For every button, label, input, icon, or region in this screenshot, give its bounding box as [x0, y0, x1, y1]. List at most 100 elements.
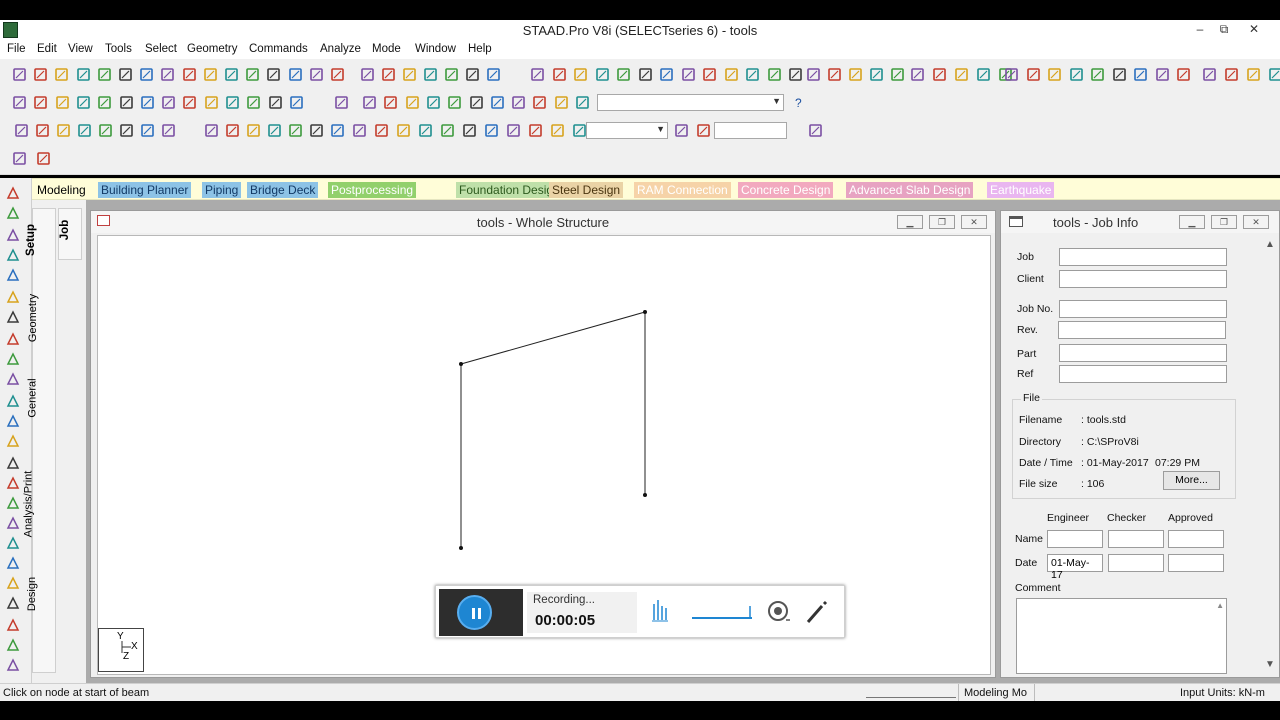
left-tool-icon[interactable]	[6, 456, 20, 470]
job-info-close-button[interactable]: ✕	[1243, 215, 1269, 229]
toolbar-tool-icon[interactable]	[14, 123, 29, 138]
toolbar-tool-icon[interactable]	[160, 67, 175, 82]
page-tab-foundation-design[interactable]: Foundation Design	[456, 182, 563, 198]
toolbar-tool-icon[interactable]	[182, 67, 197, 82]
toolbar-tool-icon[interactable]	[77, 123, 92, 138]
structure-minimize-button[interactable]: ▁	[897, 215, 923, 229]
toolbar-tool-icon[interactable]	[119, 95, 134, 110]
toolbar-tool-icon[interactable]	[12, 95, 27, 110]
client-field[interactable]	[1059, 270, 1227, 288]
toolbar-tool-icon[interactable]	[12, 67, 27, 82]
toolbar-tool-icon[interactable]	[702, 67, 717, 82]
toolbar-tool-icon[interactable]	[362, 95, 377, 110]
toolbar-tool-icon[interactable]	[352, 123, 367, 138]
toolbar-tool-icon[interactable]	[55, 95, 70, 110]
page-tab-concrete-design[interactable]: Concrete Design	[738, 182, 834, 198]
job-info-scrollbar[interactable]: ▲ ▼	[1262, 237, 1279, 673]
page-tab-modeling[interactable]: Modeling	[34, 182, 89, 198]
toolbar-tool-icon[interactable]	[573, 67, 588, 82]
menu-mode[interactable]: Mode	[372, 43, 401, 55]
toolbar-tool-icon[interactable]	[506, 123, 521, 138]
toolbar-tool-icon[interactable]	[681, 67, 696, 82]
toolbar-tool-icon[interactable]	[462, 123, 477, 138]
toolbar-tool-icon[interactable]	[910, 67, 925, 82]
left-tool-icon[interactable]	[6, 372, 20, 386]
toolbar-tool-icon[interactable]	[76, 67, 91, 82]
side-tab-geometry[interactable]: Geometry	[27, 286, 53, 356]
toolbar-tool-icon[interactable]	[405, 95, 420, 110]
toolbar-tool-icon[interactable]	[1069, 67, 1084, 82]
toolbar-tool-icon[interactable]	[767, 67, 782, 82]
whole-structure-titlebar[interactable]: tools - Whole Structure ▁ ❐ ✕	[91, 211, 995, 233]
toolbar-tool-icon[interactable]	[56, 123, 71, 138]
page-tab-piping[interactable]: Piping	[202, 182, 242, 198]
left-tool-icon[interactable]	[6, 434, 20, 448]
toolbar-tool-icon[interactable]	[245, 67, 260, 82]
approved-date-field[interactable]	[1168, 554, 1224, 572]
toolbar-tool-icon[interactable]	[827, 67, 842, 82]
toolbar-tool-icon[interactable]	[552, 67, 567, 82]
toolbar-tool-icon[interactable]	[309, 67, 324, 82]
page-tab-ram-connection[interactable]: RAM Connection	[634, 182, 731, 198]
job-info-titlebar[interactable]: tools - Job Info ▁ ❐ ✕	[1001, 211, 1279, 233]
left-tool-icon[interactable]	[6, 658, 20, 672]
left-tool-icon[interactable]	[6, 618, 20, 632]
left-tool-icon[interactable]	[6, 268, 20, 282]
toolbar-tool-icon[interactable]	[289, 95, 304, 110]
toolbar-tool-icon[interactable]	[225, 95, 240, 110]
toolbar-tool-icon[interactable]	[976, 67, 991, 82]
left-tool-icon[interactable]	[6, 186, 20, 200]
approved-name-field[interactable]	[1168, 530, 1224, 548]
toolbar-tool-icon[interactable]	[182, 95, 197, 110]
left-tool-icon[interactable]	[6, 638, 20, 652]
toolbar-tool-icon[interactable]	[954, 67, 969, 82]
toolbar-tool-icon[interactable]	[616, 67, 631, 82]
toolbar-tool-icon[interactable]	[246, 123, 261, 138]
left-tool-icon[interactable]	[6, 536, 20, 550]
toolbar-tool-icon[interactable]	[140, 95, 155, 110]
side-tab-general[interactable]: General	[27, 372, 53, 432]
job-field[interactable]	[1059, 248, 1227, 266]
toolbar-tool-icon[interactable]	[554, 95, 569, 110]
toolbar-tool-icon[interactable]	[486, 67, 501, 82]
toolbar-tool-icon[interactable]	[267, 123, 282, 138]
toolbar-tool-icon[interactable]	[1026, 67, 1041, 82]
left-tool-icon[interactable]	[6, 352, 20, 366]
page-tab-advanced-slab-design[interactable]: Advanced Slab Design	[846, 182, 974, 198]
toolbar-tool-icon[interactable]	[402, 67, 417, 82]
left-tool-icon[interactable]	[6, 206, 20, 220]
engineer-name-field[interactable]	[1047, 530, 1103, 548]
ref-field[interactable]	[1059, 365, 1227, 383]
left-tool-icon[interactable]	[6, 228, 20, 242]
toolbar-tool-icon[interactable]	[426, 95, 441, 110]
toolbar-tool-icon[interactable]	[444, 67, 459, 82]
side-tab-design[interactable]: Design	[26, 570, 53, 630]
toolbar-tool-icon[interactable]	[97, 67, 112, 82]
toolbar-tool-icon[interactable]	[334, 95, 349, 110]
menu-file[interactable]: File	[7, 43, 26, 55]
toolbar-tool-icon[interactable]	[447, 95, 462, 110]
toolbar-tool-icon[interactable]	[932, 67, 947, 82]
recorder-pause-button[interactable]	[439, 589, 523, 636]
toolbar-tool-icon[interactable]	[360, 67, 375, 82]
close-button[interactable]: ✕	[1240, 20, 1268, 40]
toolbar-tool-icon[interactable]	[309, 123, 324, 138]
toolbar-tool-icon[interactable]	[119, 123, 134, 138]
job-info-restore-button[interactable]: ❐	[1211, 215, 1237, 229]
toolbar-tool-icon[interactable]	[268, 95, 283, 110]
toolbar-tool-icon[interactable]	[511, 95, 526, 110]
toolbar-tool-icon[interactable]	[161, 95, 176, 110]
left-tool-icon[interactable]	[6, 248, 20, 262]
toolbar-tool-icon[interactable]	[288, 67, 303, 82]
toolbar-tool-icon[interactable]	[1004, 67, 1019, 82]
toolbar-tool-icon[interactable]	[374, 123, 389, 138]
toolbar-tool-icon[interactable]	[575, 95, 590, 110]
toolbar-tool-icon[interactable]	[1133, 67, 1148, 82]
toolbar-tool-icon[interactable]	[33, 67, 48, 82]
toolbar-tool-icon[interactable]	[418, 123, 433, 138]
left-tool-icon[interactable]	[6, 596, 20, 610]
restore-button[interactable]: ⧉	[1210, 20, 1238, 40]
rev-field[interactable]	[1058, 321, 1226, 339]
toolbar-tool-icon[interactable]	[246, 95, 261, 110]
toolbar-tool-icon[interactable]	[383, 95, 398, 110]
